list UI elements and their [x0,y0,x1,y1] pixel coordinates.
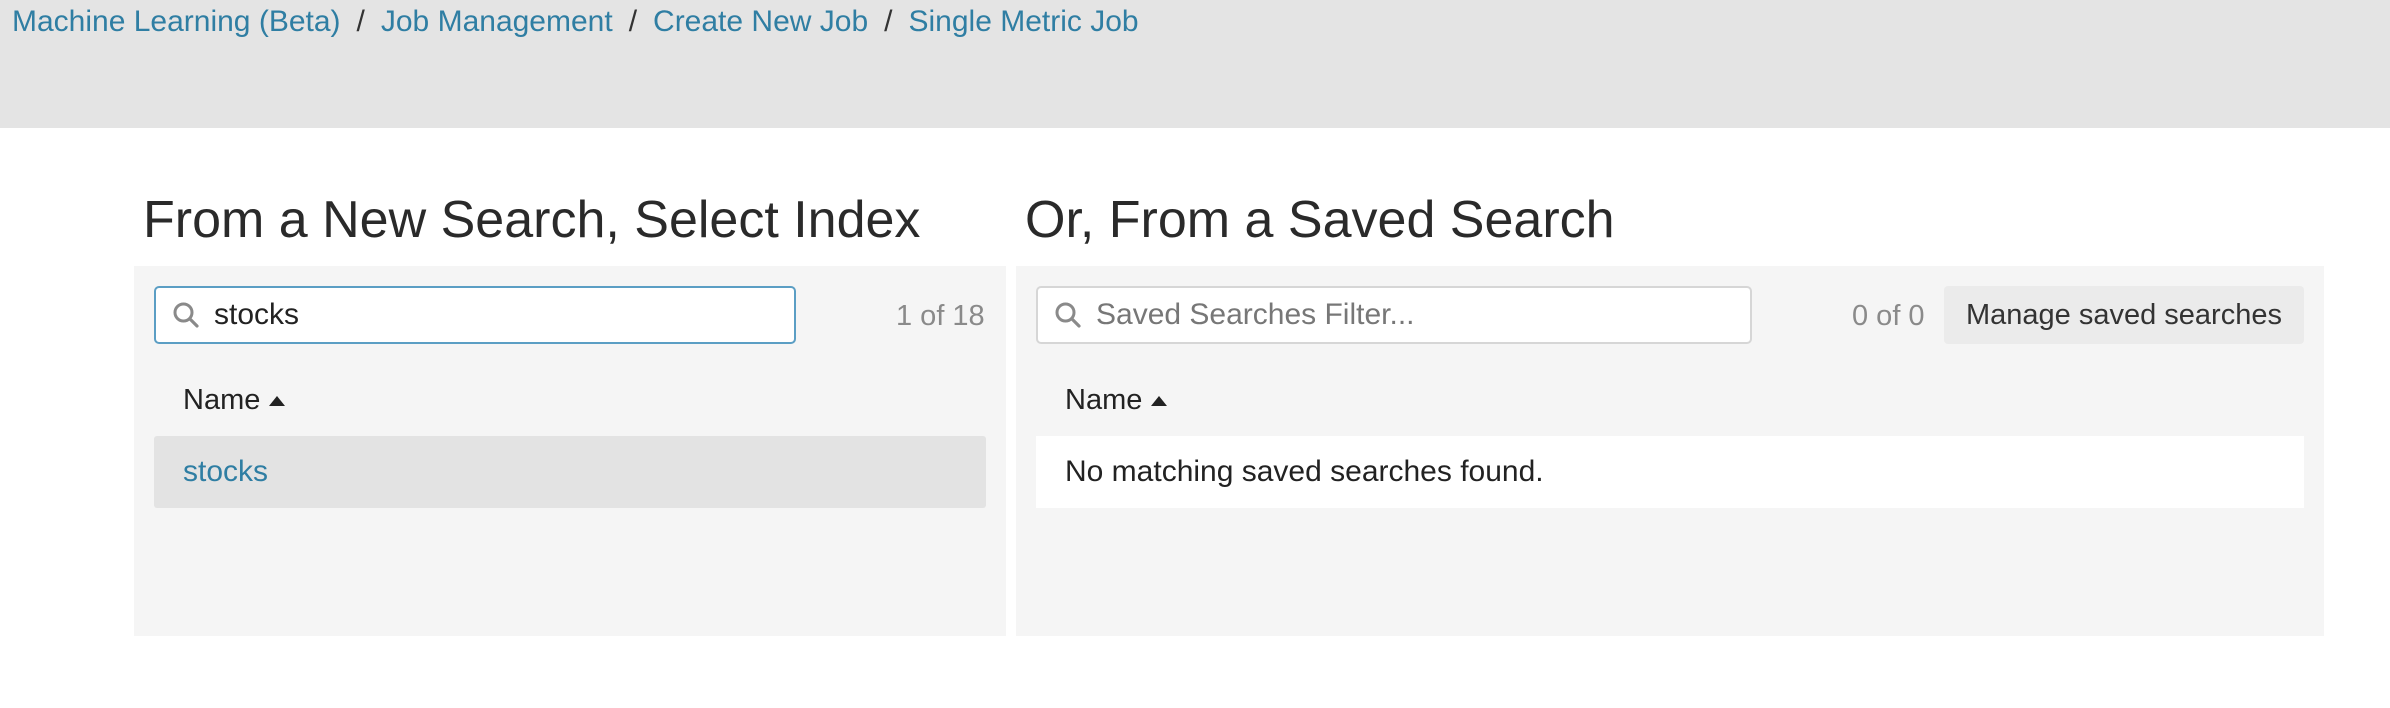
breadcrumb-machine-learning[interactable]: Machine Learning (Beta) [12,5,341,39]
index-result-count: 1 of 18 [896,300,985,332]
breadcrumb-separator: / [356,5,365,38]
empty-results-message: No matching saved searches found. [1065,455,1544,488]
breadcrumb: Machine Learning (Beta) / Job Management… [12,0,1139,44]
search-icon [1055,302,1081,328]
saved-search-section-title: Or, From a Saved Search [1025,191,1615,249]
index-search-box[interactable] [154,286,796,344]
index-search-input[interactable] [214,288,794,342]
breadcrumb-job-management[interactable]: Job Management [381,5,613,39]
manage-saved-searches-button[interactable]: Manage saved searches [1944,286,2304,344]
index-name-link[interactable]: stocks [183,455,268,489]
sort-ascending-icon [269,395,286,406]
breadcrumb-separator: / [628,5,638,38]
saved-search-panel: 0 of 0 Manage saved searches Name No mat… [1016,266,2324,636]
name-column-header[interactable]: Name [183,384,286,417]
top-bar: Machine Learning (Beta) / Job Management… [0,0,2390,128]
index-panel: 1 of 18 Name stocks [134,266,1006,636]
breadcrumb-create-new-job[interactable]: Create New Job [653,5,868,39]
sort-ascending-icon [1151,395,1168,406]
column-header-label: Name [183,384,261,416]
search-icon [173,302,199,328]
table-row[interactable]: stocks [154,436,986,508]
name-column-header[interactable]: Name [1065,384,1168,417]
saved-search-box[interactable] [1036,286,1752,344]
saved-search-filter-input[interactable] [1096,288,1750,342]
index-section-title: From a New Search, Select Index [143,191,921,249]
column-header-label: Name [1065,384,1143,416]
empty-results-row: No matching saved searches found. [1036,436,2304,508]
breadcrumb-single-metric-job[interactable]: Single Metric Job [908,5,1138,39]
breadcrumb-separator: / [884,5,893,38]
saved-search-result-count: 0 of 0 [1852,300,1925,332]
